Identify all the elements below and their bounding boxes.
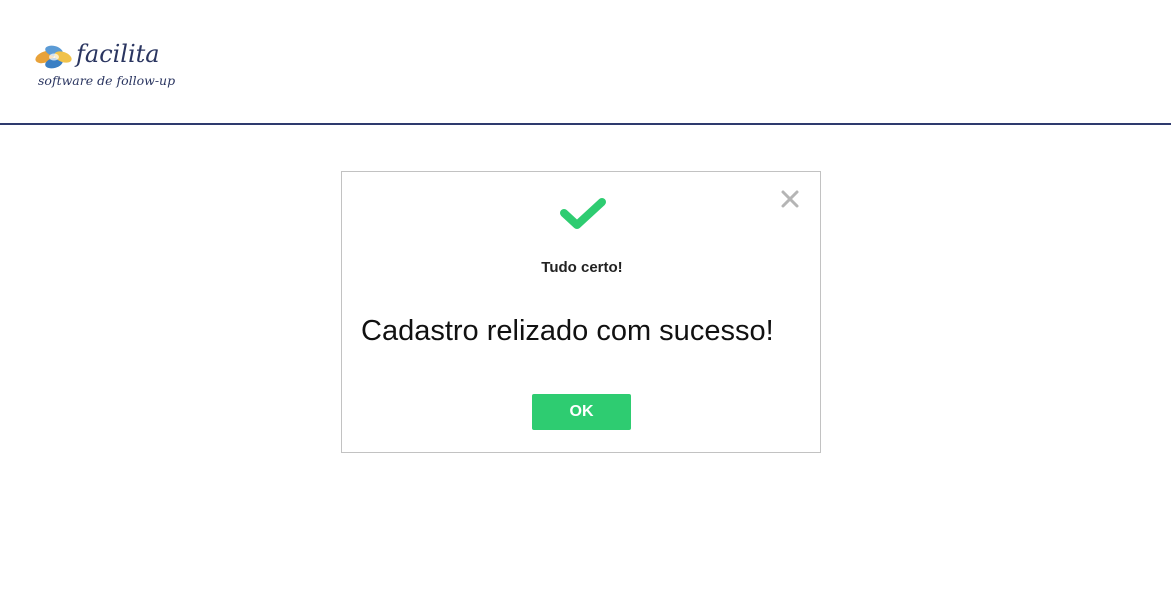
success-dialog: Tudo certo! Cadastro relizado com sucess… bbox=[341, 171, 821, 453]
facilita-logo[interactable]: facilita software de follow-up bbox=[34, 40, 184, 100]
page-header: facilita software de follow-up bbox=[0, 0, 1171, 125]
ok-button[interactable]: OK bbox=[532, 394, 631, 430]
check-icon bbox=[560, 198, 606, 229]
dialog-title: Tudo certo! bbox=[541, 259, 623, 276]
dialog-message: Cadastro relizado com sucesso! bbox=[361, 315, 774, 347]
logo-name: facilita bbox=[76, 40, 160, 68]
close-icon[interactable] bbox=[779, 188, 801, 210]
logo-tagline: software de follow-up bbox=[38, 73, 176, 88]
logo-mark-icon bbox=[35, 45, 72, 69]
